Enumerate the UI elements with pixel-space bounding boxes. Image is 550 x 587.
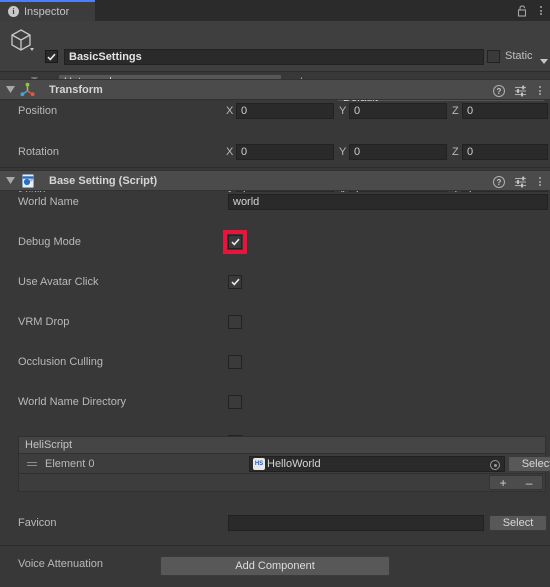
favicon-input[interactable] [228, 515, 484, 531]
heliscript-list-item[interactable]: Element 0 HS HelloWorld Select [18, 454, 550, 474]
add-component-button[interactable]: Add Component [160, 556, 390, 576]
info-icon: i [8, 6, 19, 17]
row-occlusion-culling: Occlusion Culling [0, 352, 550, 372]
world-name-directory-checkbox[interactable] [228, 395, 242, 409]
transform-header-actions: ? [493, 80, 544, 101]
object-picker-icon[interactable] [490, 460, 500, 470]
position-x-input[interactable]: 0 [236, 103, 334, 119]
transform-row-position: Position X 0 Y 0 Z 0 [0, 101, 550, 121]
base-setting-component-header[interactable]: # Base Setting (Script) ? [0, 170, 550, 191]
kebab-menu-icon[interactable] [536, 86, 544, 95]
cube-icon[interactable] [8, 27, 38, 57]
favicon-select-button[interactable]: Select [489, 515, 547, 531]
axis-z-label: Z [452, 146, 459, 158]
world-name-directory-label: World Name Directory [18, 396, 126, 408]
heliscript-object-value: HelloWorld [267, 458, 321, 470]
drag-handle-icon[interactable] [27, 462, 37, 466]
base-setting-foldout-icon[interactable] [6, 175, 15, 187]
axis-y-label: Y [339, 105, 347, 117]
occlusion-culling-label: Occlusion Culling [18, 356, 103, 368]
tab-inspector-label: Inspector [24, 5, 70, 18]
position-y-input[interactable]: 0 [349, 103, 447, 119]
kebab-menu-icon[interactable] [536, 177, 544, 186]
axis-x-label: X [226, 105, 234, 117]
gameobject-name-input[interactable]: BasicSettings [64, 49, 484, 65]
transform-axis-icon [20, 82, 35, 97]
transform-title: Transform [49, 83, 103, 96]
help-icon[interactable]: ? [493, 84, 505, 97]
tab-inspector[interactable]: i Inspector [0, 0, 95, 21]
vrm-drop-label: VRM Drop [18, 316, 70, 328]
row-vrm-drop: VRM Drop [0, 312, 550, 332]
position-z-input[interactable]: 0 [462, 103, 548, 119]
inspector-tabbar: i Inspector [0, 0, 550, 21]
axis-y-label: Y [339, 146, 347, 158]
base-setting-header-actions: ? [493, 171, 544, 192]
help-icon[interactable]: ? [493, 175, 505, 188]
static-label: Static [505, 50, 533, 62]
debug-mode-label: Debug Mode [18, 236, 81, 248]
row-world-name: World Name world [0, 192, 550, 212]
occlusion-culling-checkbox[interactable] [228, 355, 242, 369]
static-chevron-down-icon[interactable] [540, 55, 548, 67]
rotation-x-input[interactable]: 0 [236, 144, 334, 160]
row-debug-mode: Debug Mode [0, 230, 550, 254]
preset-sliders-icon[interactable] [514, 175, 527, 188]
vrm-drop-checkbox[interactable] [228, 315, 242, 329]
list-add-button[interactable]: + [500, 477, 507, 489]
preset-sliders-icon[interactable] [514, 84, 527, 97]
world-name-input[interactable]: world [228, 194, 548, 210]
heliscript-list-footer: + – [18, 474, 546, 492]
kebab-menu-icon[interactable] [537, 6, 545, 15]
list-remove-button[interactable]: – [526, 477, 533, 489]
position-label: Position [18, 105, 58, 117]
use-avatar-click-checkbox[interactable] [228, 275, 242, 289]
row-world-name-directory: World Name Directory [0, 392, 550, 412]
world-name-label: World Name [18, 196, 79, 208]
gameobject-enabled-checkbox[interactable] [45, 50, 58, 63]
transform-row-rotation: Rotation X 0 Y 0 Z 0 [0, 142, 550, 162]
csharp-script-icon: # [20, 173, 35, 188]
transform-foldout-icon[interactable] [6, 84, 15, 96]
favicon-label: Favicon [18, 517, 57, 529]
static-checkbox[interactable] [487, 50, 500, 63]
transform-body: Position X 0 Y 0 Z 0 Rotation X 0 Y 0 Z … [0, 101, 550, 201]
axis-z-label: Z [452, 105, 459, 117]
transform-component-header[interactable]: Transform ? [0, 79, 550, 100]
list-add-remove-controls: + – [489, 475, 543, 490]
rotation-label: Rotation [18, 146, 59, 158]
voice-attenuation-label: Voice Attenuation [18, 558, 104, 570]
section-divider [0, 167, 550, 168]
row-favicon: Favicon Select [0, 513, 550, 533]
use-avatar-click-label: Use Avatar Click [18, 276, 99, 288]
tabbar-actions [517, 0, 545, 21]
debug-mode-checkbox[interactable] [228, 235, 242, 249]
rotation-y-input[interactable]: 0 [349, 144, 447, 160]
padlock-unlocked-icon[interactable] [517, 4, 528, 17]
row-use-avatar-click: Use Avatar Click [0, 272, 550, 292]
heliscript-select-button[interactable]: Select [508, 456, 550, 472]
gameobject-header: BasicSettings Static Tag Untagged Layer … [0, 21, 550, 106]
heliscript-list-header[interactable]: HeliScript [18, 436, 546, 454]
footer-divider [0, 545, 550, 546]
heliscript-element-label: Element 0 [45, 458, 95, 470]
base-setting-body: World Name world Debug Mode Use Avatar C… [0, 192, 550, 571]
unity-inspector-window: i Inspector BasicSettings Static Transfo… [0, 0, 550, 587]
heliscript-object-field[interactable]: HS HelloWorld [249, 456, 505, 472]
script-asset-icon: HS [253, 458, 265, 470]
base-setting-title: Base Setting (Script) [49, 174, 158, 187]
svg-text:#: # [30, 177, 33, 182]
rotation-z-input[interactable]: 0 [462, 144, 548, 160]
axis-x-label: X [226, 146, 234, 158]
